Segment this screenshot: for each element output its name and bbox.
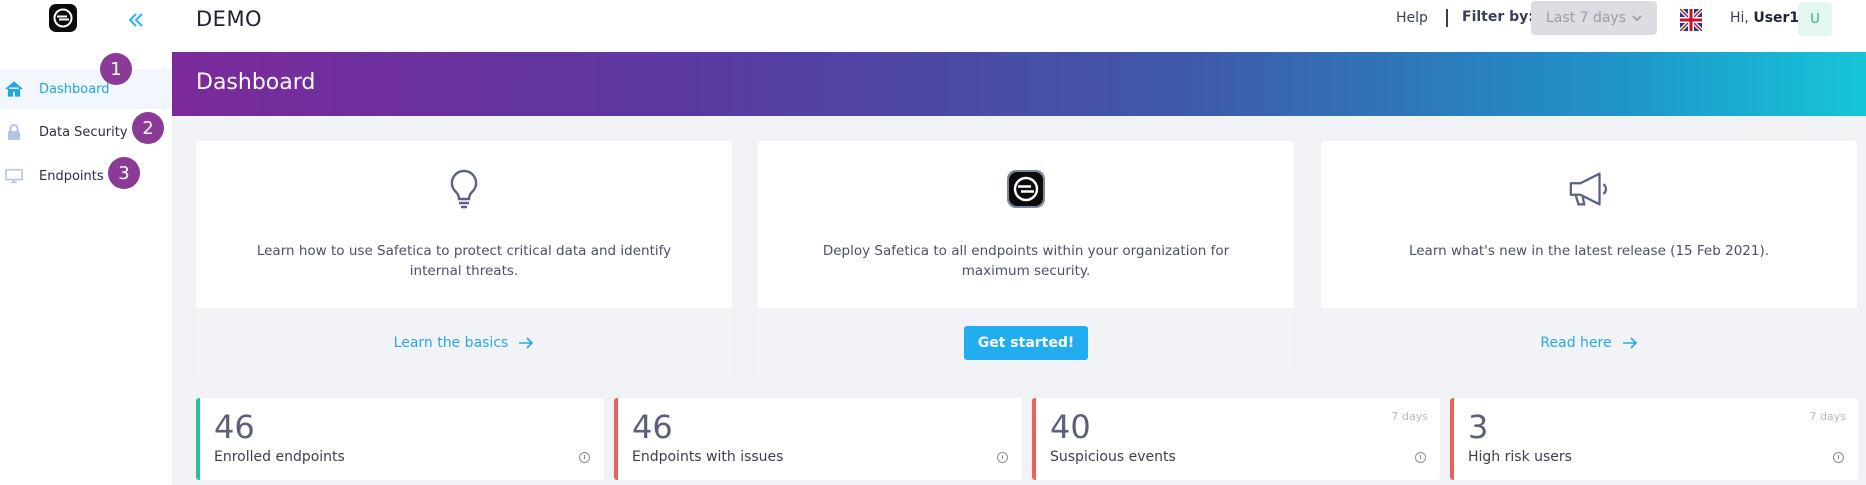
sidebar-item-label: Endpoints	[39, 168, 104, 184]
collapse-sidebar-icon[interactable]	[124, 8, 148, 32]
step-badge-2: 2	[132, 112, 164, 144]
home-icon	[5, 80, 23, 98]
link-label: Learn the basics	[393, 335, 509, 351]
step-badge-1: 1	[100, 53, 132, 85]
stat-accent-bar	[1032, 398, 1036, 480]
stat-label: Suspicious events	[1050, 449, 1176, 465]
deploy-card: Deploy Safetica to all endpoints within …	[758, 141, 1294, 378]
stat-label: Endpoints with issues	[632, 449, 784, 465]
arrow-right-icon	[519, 337, 534, 349]
info-icon[interactable]	[1833, 452, 1844, 463]
safetica-logo[interactable]	[49, 4, 77, 32]
divider	[1446, 9, 1448, 27]
info-icon[interactable]	[997, 452, 1008, 463]
stat-period: 7 days	[1809, 410, 1846, 423]
stat-value: 46	[214, 408, 255, 446]
stat-accent-bar	[196, 398, 200, 480]
avatar[interactable]: U	[1798, 2, 1832, 36]
stat-label: High risk users	[1468, 449, 1572, 465]
stat-enrolled-endpoints[interactable]: 46 Enrolled endpoints	[196, 398, 604, 480]
help-link[interactable]: Help	[1396, 10, 1428, 26]
app-title: DEMO	[196, 7, 263, 31]
sidebar: Dashboard 1 Data Security 2 Endpoints 3	[0, 0, 172, 485]
filter-value: Last 7 days	[1545, 10, 1626, 26]
user-name: User1	[1753, 10, 1800, 26]
stat-accent-bar	[1450, 398, 1454, 480]
stat-value: 46	[632, 408, 673, 446]
step-badge-3: 3	[108, 157, 140, 189]
lock-icon	[5, 123, 23, 141]
card-text: Learn what's new in the latest release (…	[1408, 243, 1770, 259]
stat-accent-bar	[614, 398, 618, 480]
info-icon[interactable]	[579, 452, 590, 463]
stat-value: 3	[1468, 408, 1489, 446]
info-icon[interactable]	[1415, 452, 1426, 463]
sidebar-item-dashboard[interactable]: Dashboard	[0, 69, 172, 109]
card-text: Learn how to use Safetica to protect cri…	[256, 243, 672, 279]
stat-high-risk-users[interactable]: 3 High risk users 7 days	[1450, 398, 1858, 480]
stat-value: 40	[1050, 408, 1091, 446]
user-greeting: Hi, User1	[1730, 10, 1799, 26]
get-started-button[interactable]: Get started!	[963, 326, 1089, 360]
megaphone-icon	[1567, 167, 1611, 211]
page-title: Dashboard	[196, 70, 316, 95]
stat-label: Enrolled endpoints	[214, 449, 345, 465]
dashboard-banner: Dashboard	[172, 52, 1866, 116]
read-here-link[interactable]: Read here	[1540, 335, 1637, 351]
sidebar-item-endpoints[interactable]: Endpoints	[0, 156, 172, 196]
chevron-down-icon	[1632, 15, 1642, 22]
monitor-icon	[5, 167, 23, 185]
safetica-logo-icon	[1004, 167, 1048, 211]
greeting-prefix: Hi,	[1730, 10, 1749, 26]
arrow-right-icon	[1622, 337, 1637, 349]
lightbulb-icon	[442, 167, 486, 211]
link-label: Read here	[1540, 335, 1612, 351]
top-bar: DEMO Help Filter by: Last 7 days Hi, Use…	[172, 0, 1866, 52]
sidebar-item-label: Data Security	[39, 124, 128, 140]
filter-select[interactable]: Last 7 days	[1531, 1, 1657, 35]
stat-suspicious-events[interactable]: 40 Suspicious events 7 days	[1032, 398, 1440, 480]
sidebar-item-label: Dashboard	[39, 81, 110, 97]
card-text: Deploy Safetica to all endpoints within …	[822, 243, 1230, 279]
release-card: Learn what's new in the latest release (…	[1321, 141, 1857, 378]
filter-label: Filter by:	[1462, 9, 1534, 25]
learn-card: Learn how to use Safetica to protect cri…	[196, 141, 732, 378]
stat-period: 7 days	[1391, 410, 1428, 423]
learn-basics-link[interactable]: Learn the basics	[394, 335, 535, 351]
stat-endpoints-with-issues[interactable]: 46 Endpoints with issues	[614, 398, 1022, 480]
uk-flag-icon[interactable]	[1678, 7, 1704, 33]
